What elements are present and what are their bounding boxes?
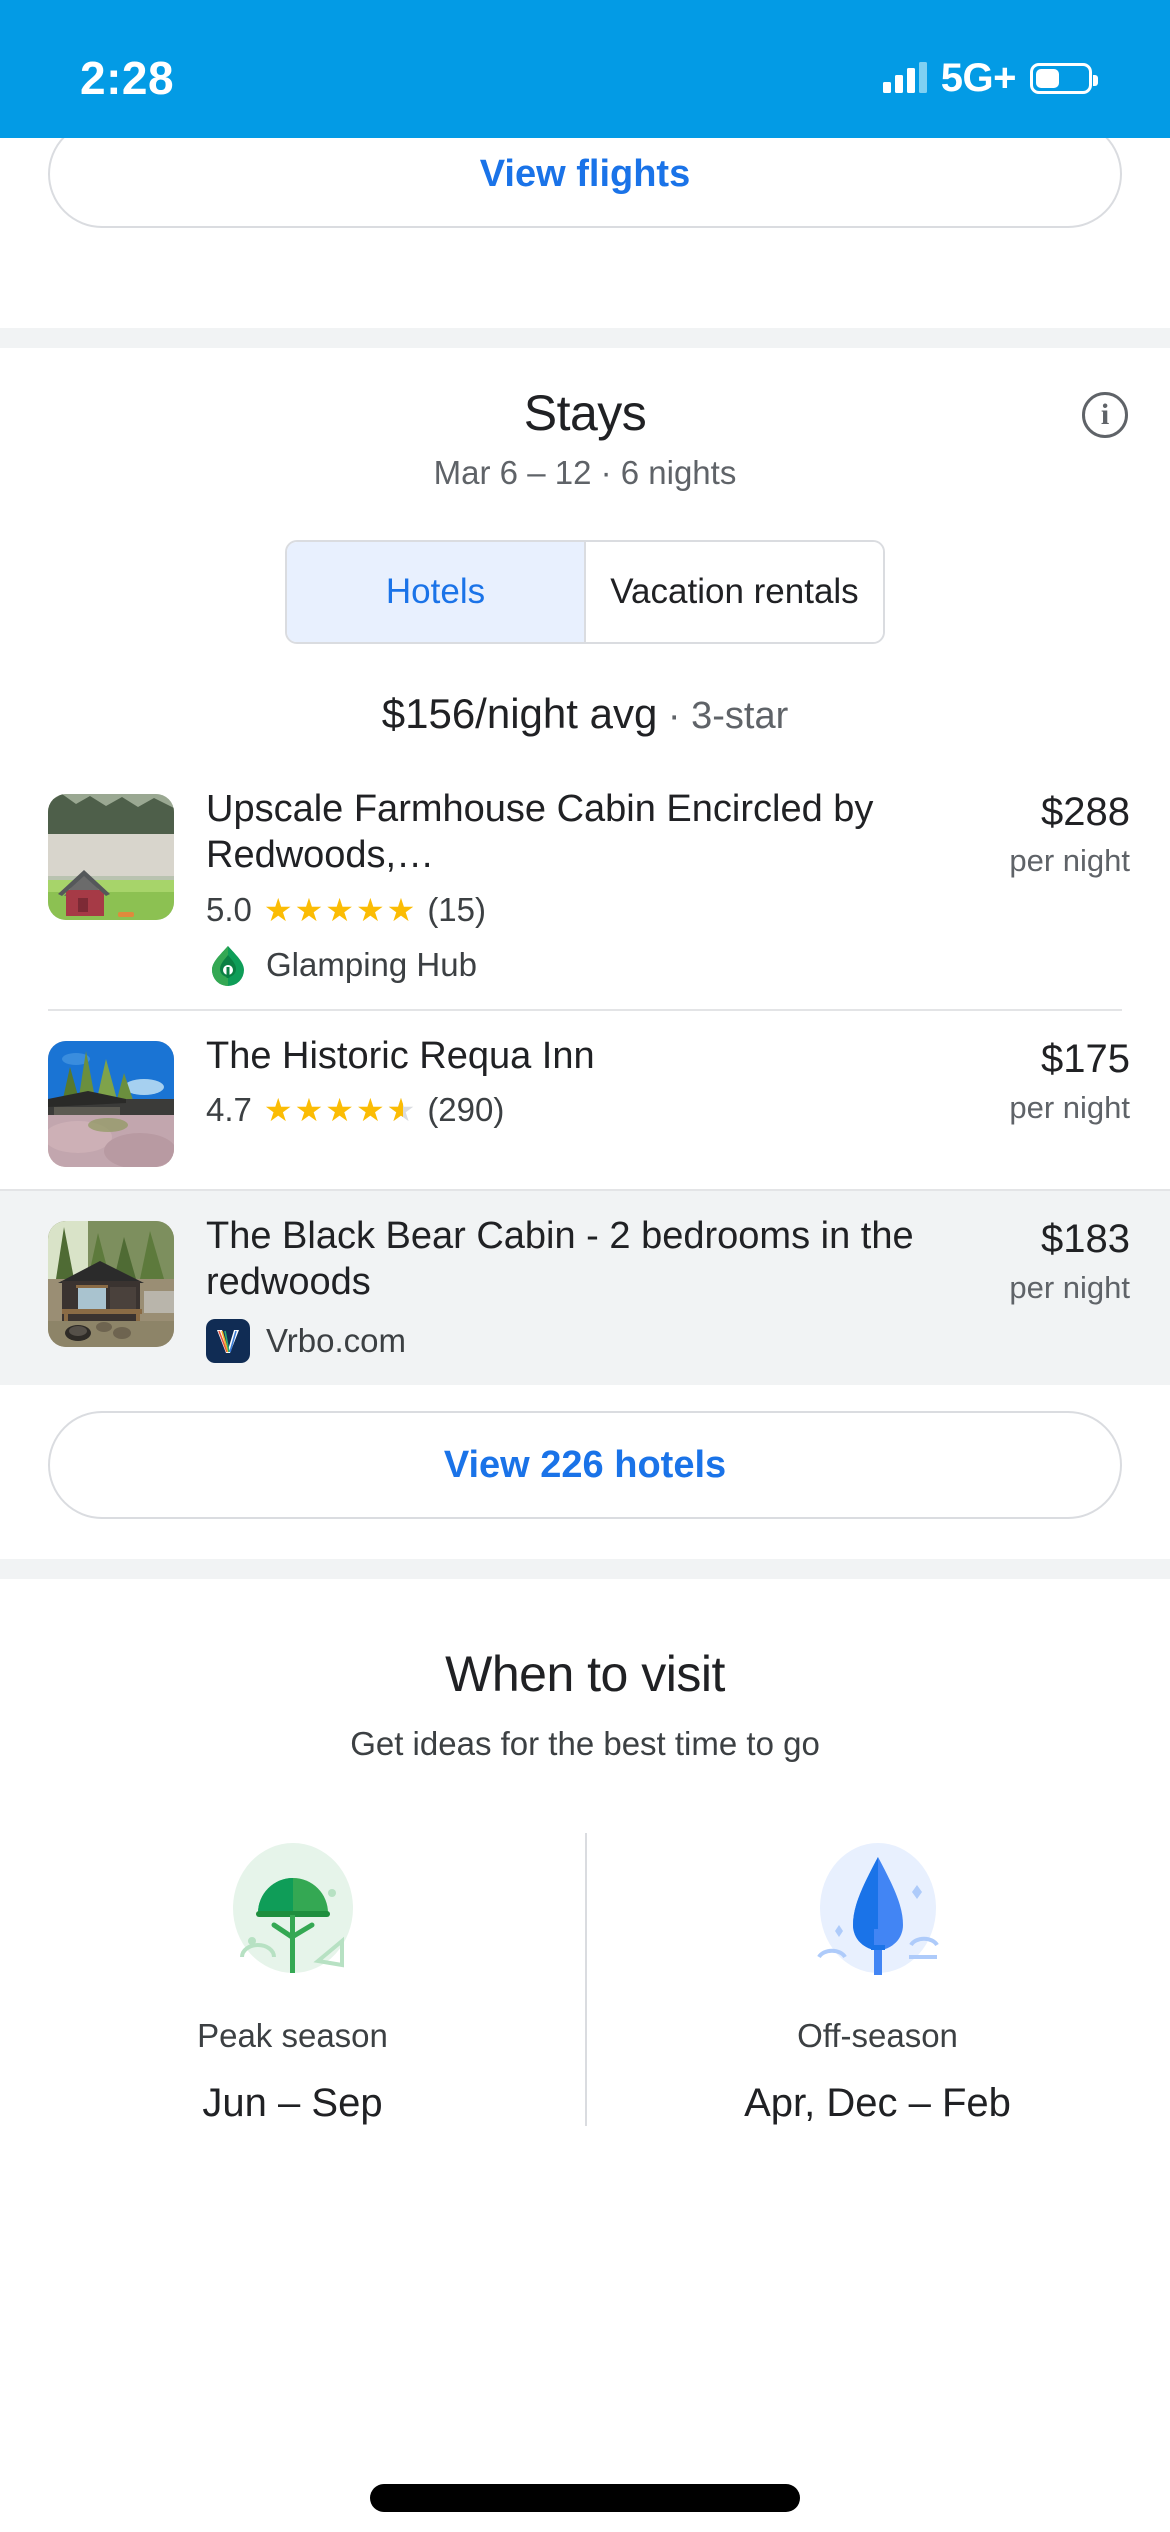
season-label: Peak season — [197, 2017, 388, 2055]
section-divider-1 — [0, 328, 1170, 348]
when-to-visit-subtitle: Get ideas for the best time to go — [350, 1725, 820, 1763]
view-hotels-button[interactable]: View 226 hotels — [48, 1411, 1122, 1520]
price-unit: per night — [1009, 843, 1130, 878]
season-months: Jun – Sep — [202, 2081, 383, 2126]
star-rating-icon: ★ ★ ★ ★ ★ — [264, 894, 415, 926]
star-icon: ★ — [325, 891, 354, 928]
star-icon: ★ — [386, 891, 416, 928]
rating-value: 4.7 — [206, 1091, 252, 1129]
hotel-thumbnail — [48, 1220, 174, 1347]
star-icon: ★ — [325, 1092, 354, 1129]
vrbo-logo — [206, 1319, 250, 1364]
tree-icon — [218, 1833, 368, 1983]
tab-hotels[interactable]: Hotels — [287, 542, 584, 642]
tab-vacation-rentals[interactable]: Vacation rentals — [584, 542, 883, 642]
review-count: (15) — [427, 890, 486, 928]
hotel-price-block: $288 per night — [942, 786, 1130, 879]
price-value: $175 — [1041, 1036, 1130, 1081]
hotel-rating-row: 5.0 ★ ★ ★ ★ ★ (15) — [206, 891, 920, 929]
glamping-hub-logo — [206, 943, 250, 987]
stays-section: Stays Mar 6 – 12 · 6 nights i Hotels Vac… — [0, 348, 1170, 1560]
hotel-provider-row: Vrbo.com — [206, 1319, 920, 1364]
flights-section: View flights — [0, 120, 1170, 266]
star-icon: ★ — [263, 1092, 293, 1129]
off-season-card[interactable]: Off-season Apr, Dec – Feb — [585, 1833, 1170, 2126]
app-screen: 2:28 5G+ View flights Stays Mar 6 – 12 ·… — [0, 0, 1170, 2532]
season-months: Apr, Dec – Feb — [744, 2081, 1011, 2126]
hotel-price-block: $183 per night — [942, 1213, 1130, 1306]
info-icon[interactable]: i — [1082, 392, 1128, 438]
star-rating-icon: ★ ★ ★ ★ ★ — [264, 1094, 415, 1126]
star-icon: ★ — [355, 1092, 385, 1129]
review-count: (290) — [427, 1091, 505, 1129]
black-bear-cabin-photo — [48, 1220, 174, 1347]
price-value: $183 — [1041, 1216, 1130, 1261]
hotel-list: Upscale Farmhouse Cabin Encircled by Red… — [0, 764, 1170, 1386]
stays-tab-group: Hotels Vacation rentals — [285, 540, 885, 644]
price-unit: per night — [1009, 1089, 1130, 1125]
price-value: $288 — [1041, 790, 1130, 834]
when-to-visit-section: When to visit Get ideas for the best tim… — [0, 1579, 1170, 2127]
season-label: Off-season — [797, 2017, 958, 2055]
price-unit: per night — [1009, 1269, 1130, 1305]
average-price-row: $156/night avg · 3-star — [0, 690, 1170, 738]
hotel-details: The Historic Requa Inn 4.7 ★ ★ ★ ★ ★ (29… — [174, 1033, 942, 1129]
hotel-rating-row: 4.7 ★ ★ ★ ★ ★ (290) — [206, 1091, 920, 1129]
requa-inn-photo — [48, 1040, 174, 1167]
list-item[interactable]: The Black Bear Cabin - 2 bedrooms in the… — [0, 1190, 1170, 1386]
provider-name: Vrbo.com — [266, 1322, 406, 1360]
peak-season-card[interactable]: Peak season Jun – Sep — [0, 1833, 585, 2126]
hotel-name: Upscale Farmhouse Cabin Encircled by Red… — [206, 788, 874, 877]
hotel-price-block: $175 per night — [942, 1033, 1130, 1126]
view-hotels-section: View 226 hotels — [0, 1385, 1170, 1560]
status-bar-indicators: 5G+ — [882, 55, 1098, 101]
hotel-thumbnail — [48, 794, 174, 920]
hotel-thumbnail — [48, 1040, 174, 1167]
signal-bars-icon — [882, 62, 927, 93]
stays-header: Stays Mar 6 – 12 · 6 nights i — [0, 384, 1170, 492]
star-half-icon: ★ — [387, 1094, 416, 1126]
hotel-details: Upscale Farmhouse Cabin Encircled by Red… — [174, 786, 942, 987]
section-divider-2 — [0, 1559, 1170, 1580]
when-to-visit-title: When to visit — [445, 1646, 725, 1703]
list-item[interactable]: Upscale Farmhouse Cabin Encircled by Red… — [0, 764, 1170, 1009]
seasons-row: Peak season Jun – Sep Off-season Apr, De… — [0, 1833, 1170, 2127]
network-type-label: 5G+ — [940, 55, 1017, 100]
status-bar: 2:28 5G+ — [0, 0, 1170, 138]
star-icon: ★ — [294, 1092, 324, 1129]
hotel-details: The Black Bear Cabin - 2 bedrooms in the… — [174, 1213, 942, 1364]
battery-icon — [1030, 62, 1098, 94]
star-icon: ★ — [355, 891, 385, 928]
farmhouse-photo — [48, 794, 174, 920]
average-price-qualifier: · 3-star — [657, 695, 789, 737]
list-item[interactable]: The Historic Requa Inn 4.7 ★ ★ ★ ★ ★ (29… — [0, 1010, 1170, 1189]
provider-name: Glamping Hub — [266, 945, 477, 983]
star-icon: ★ — [263, 891, 293, 928]
average-price-value: $156/night avg — [381, 690, 658, 737]
hotel-name: The Black Bear Cabin - 2 bedrooms in the… — [206, 1214, 914, 1304]
stays-dates: Mar 6 – 12 · 6 nights — [433, 454, 737, 491]
star-icon: ★ — [294, 891, 324, 928]
hotel-name: The Historic Requa Inn — [206, 1034, 595, 1077]
stays-title: Stays — [523, 385, 647, 441]
hotel-provider-row: Glamping Hub — [206, 943, 920, 987]
status-bar-time: 2:28 — [80, 52, 175, 104]
flights-bottom-spacer — [0, 266, 1170, 328]
rating-value: 5.0 — [206, 890, 252, 928]
info-icon-glyph: i — [1100, 398, 1110, 431]
rain-drop-icon — [803, 1833, 953, 1983]
home-indicator — [370, 2484, 800, 2512]
